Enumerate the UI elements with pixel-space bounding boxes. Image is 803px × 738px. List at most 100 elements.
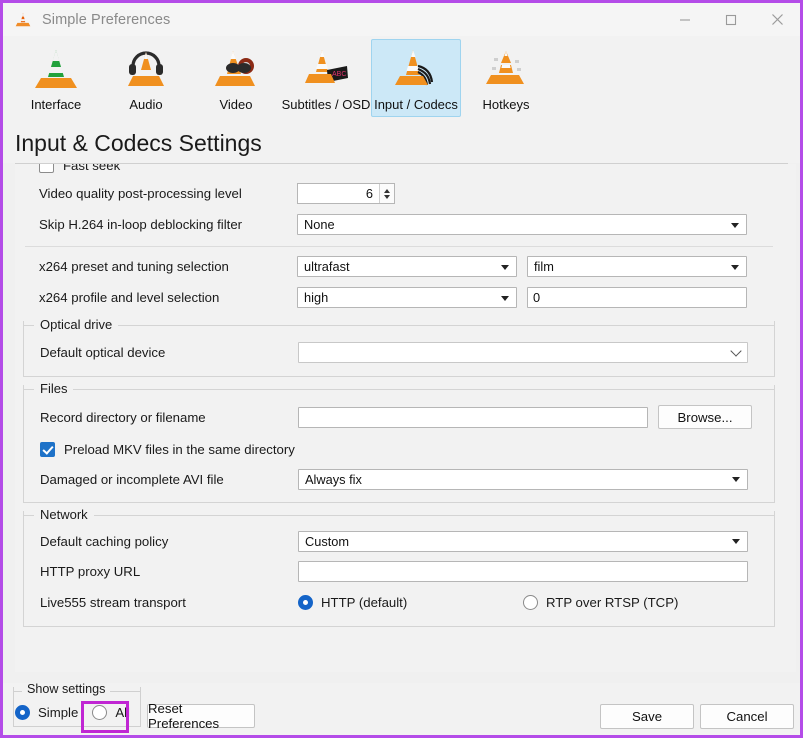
fast-seek-row[interactable]: Fast seek — [15, 164, 783, 178]
network-title: Network — [40, 507, 88, 522]
optical-drive-title: Optical drive — [40, 317, 113, 332]
x264-profile-dropdown[interactable]: high — [297, 287, 517, 308]
record-directory-row: Record directory or filename Browse... — [24, 400, 774, 434]
chevron-down-icon — [731, 222, 739, 228]
caching-row: Default caching policy Custom — [24, 526, 774, 556]
deblocking-row: Skip H.264 in-loop deblocking filter Non… — [15, 209, 783, 240]
group-border-left — [24, 515, 34, 516]
live555-http-radio[interactable] — [298, 594, 313, 610]
vlc-cone-icon — [14, 11, 32, 29]
group-border-left — [24, 389, 34, 390]
cancel-button[interactable]: Cancel — [700, 704, 794, 729]
spinner-buttons[interactable] — [379, 184, 394, 203]
tab-subtitles-osd[interactable]: ABC Subtitles / OSD — [281, 39, 371, 117]
post-processing-label: Video quality post-processing level — [39, 186, 242, 201]
proxy-input[interactable] — [298, 560, 748, 582]
files-title: Files — [40, 381, 68, 396]
post-processing-value: 6 — [365, 186, 373, 201]
vertical-scrollbar[interactable] — [792, 164, 796, 672]
category-toolbar: Interface Audio Video ABC Subtitles / OS… — [3, 36, 800, 124]
settings-content: Fast seek Video quality post-processing … — [15, 164, 783, 627]
chevron-down-icon — [501, 295, 509, 301]
maximize-icon[interactable] — [708, 3, 754, 36]
tab-hotkeys-label: Hotkeys — [482, 97, 530, 112]
x264-tuning-dropdown[interactable]: film — [527, 256, 747, 277]
files-group: Files Record directory or filename Brows… — [23, 381, 775, 503]
deblocking-value: None — [304, 217, 335, 232]
x264-preset-value: ultrafast — [304, 259, 350, 274]
close-icon[interactable] — [754, 3, 800, 36]
optical-drive-group: Optical drive Default optical device — [23, 317, 775, 377]
window-controls — [662, 3, 800, 36]
default-optical-device-label: Default optical device — [40, 344, 166, 360]
tab-hotkeys[interactable]: Hotkeys — [461, 39, 551, 117]
spinner-up-icon[interactable] — [384, 188, 390, 193]
caching-dropdown[interactable]: Custom — [298, 530, 748, 552]
record-directory-input[interactable] — [298, 406, 648, 428]
default-optical-device-row: Default optical device — [24, 336, 774, 368]
chevron-down-icon — [731, 264, 739, 270]
caching-value: Custom — [305, 533, 350, 549]
vlc-cone-input-codecs-icon — [391, 46, 441, 94]
x264-level-input[interactable]: 0 — [527, 287, 747, 308]
tab-video[interactable]: Video — [191, 39, 281, 117]
vlc-cone-interface-icon — [31, 46, 81, 94]
minimize-icon[interactable] — [662, 3, 708, 36]
fast-seek-checkbox[interactable] — [39, 164, 54, 173]
tab-subtitles-osd-label: Subtitles / OSD — [281, 97, 371, 112]
deblocking-label: Skip H.264 in-loop deblocking filter — [39, 217, 243, 232]
chevron-down-icon — [732, 539, 740, 544]
proxy-label: HTTP proxy URL — [40, 563, 141, 579]
network-group: Network Default caching policy Custom HT… — [23, 507, 775, 627]
preload-mkv-row[interactable]: Preload MKV files in the same directory — [24, 434, 774, 464]
proxy-row: HTTP proxy URL — [24, 556, 774, 586]
window-title: Simple Preferences — [42, 11, 171, 28]
x264-profile-label: x264 profile and level selection — [39, 290, 220, 305]
live555-rtp-radio[interactable] — [523, 594, 538, 610]
tab-input-codecs[interactable]: Input / Codecs — [371, 39, 461, 117]
post-processing-spinner[interactable]: 6 — [297, 183, 395, 204]
post-processing-row: Video quality post-processing level 6 — [15, 178, 783, 209]
tab-audio-label: Audio — [129, 97, 163, 112]
caching-label: Default caching policy — [40, 533, 169, 549]
vlc-cone-video-icon — [211, 46, 261, 94]
avi-row: Damaged or incomplete AVI file Always fi… — [24, 464, 774, 494]
avi-dropdown[interactable]: Always fix — [298, 468, 748, 490]
show-settings-option-simple[interactable]: Simple — [15, 705, 78, 720]
preferences-window: Simple Preferences Interface Audio Video… — [0, 0, 803, 738]
fast-seek-label: Fast seek — [63, 164, 121, 173]
chevron-down-icon — [732, 477, 740, 482]
reset-preferences-button[interactable]: Reset Preferences — [147, 701, 255, 731]
show-settings-simple-label: Simple — [38, 705, 79, 720]
group-border-left — [14, 690, 22, 692]
avi-label: Damaged or incomplete AVI file — [40, 471, 224, 487]
tab-interface[interactable]: Interface — [11, 39, 101, 117]
browse-button-label: Browse... — [677, 409, 733, 425]
show-settings-all-radio[interactable] — [92, 705, 108, 720]
show-settings-option-all[interactable]: All — [92, 705, 130, 720]
x264-level-value: 0 — [533, 290, 541, 305]
svg-text:ABC: ABC — [332, 71, 346, 78]
live555-option-rtp[interactable]: RTP over RTSP (TCP) — [523, 594, 678, 610]
save-button[interactable]: Save — [600, 704, 694, 729]
x264-preset-dropdown[interactable]: ultrafast — [297, 256, 517, 277]
deblocking-dropdown[interactable]: None — [297, 214, 747, 235]
x264-preset-label: x264 preset and tuning selection — [39, 259, 229, 274]
vlc-cone-hotkeys-icon — [481, 46, 531, 94]
spinner-down-icon[interactable] — [384, 194, 390, 199]
chevron-down-icon — [501, 264, 509, 270]
tab-audio[interactable]: Audio — [101, 39, 191, 117]
live555-option-http[interactable]: HTTP (default) — [298, 594, 523, 610]
show-settings-title: Show settings — [27, 682, 106, 696]
preload-mkv-checkbox[interactable] — [40, 441, 55, 457]
default-optical-device-combo[interactable] — [298, 341, 748, 363]
browse-button[interactable]: Browse... — [658, 405, 752, 429]
title-bar: Simple Preferences — [3, 3, 800, 36]
group-border-right — [118, 325, 774, 326]
avi-value: Always fix — [305, 471, 362, 487]
show-settings-simple-radio[interactable] — [15, 705, 30, 720]
settings-scroll-area[interactable]: Fast seek Video quality post-processing … — [15, 164, 796, 672]
tab-video-label: Video — [219, 97, 253, 112]
tab-input-codecs-label: Input / Codecs — [374, 97, 458, 112]
show-settings-radios: Simple All — [15, 705, 130, 720]
